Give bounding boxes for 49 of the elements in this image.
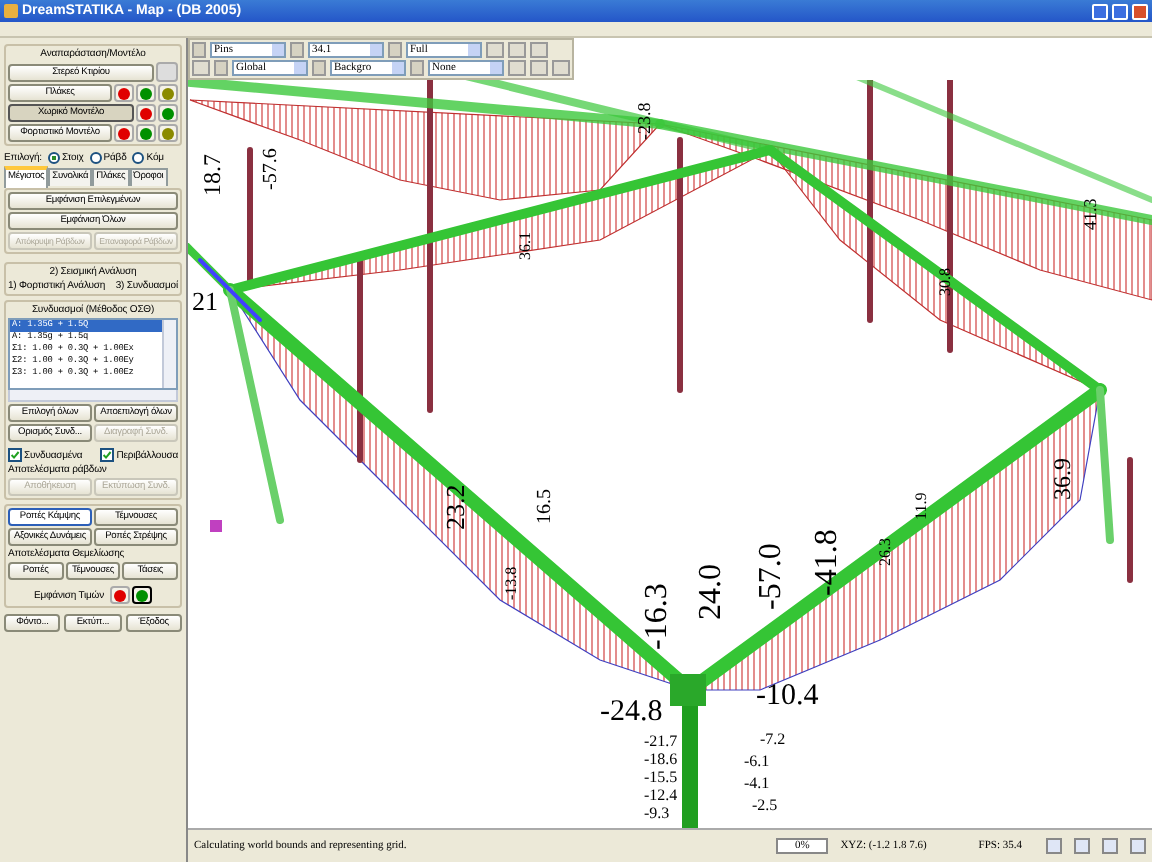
radio-icon[interactable] bbox=[47, 152, 60, 164]
value-label: 11.9 bbox=[912, 492, 930, 520]
toggle-button[interactable] bbox=[136, 104, 156, 122]
value-label: -24.8 bbox=[600, 696, 663, 728]
value-label: -41.8 bbox=[810, 529, 844, 596]
value-label: -4.1 bbox=[744, 774, 770, 792]
value-label: -15.5 bbox=[644, 768, 678, 786]
value-label: 26.3 bbox=[876, 538, 894, 566]
value-label: -6.1 bbox=[744, 752, 770, 770]
value-label: 30.8 bbox=[936, 268, 954, 296]
toggle-button[interactable] bbox=[114, 124, 134, 142]
radio-icon[interactable] bbox=[132, 152, 145, 164]
radio-icon[interactable] bbox=[89, 152, 102, 164]
minimize-icon[interactable] bbox=[1092, 3, 1108, 19]
value-label: -57.6 bbox=[260, 148, 282, 190]
toggle-button[interactable] bbox=[158, 104, 178, 122]
value-label: -16.3 bbox=[640, 583, 674, 650]
value-label: 41.3 bbox=[1080, 198, 1100, 230]
scrollbar[interactable] bbox=[8, 390, 178, 402]
close-icon[interactable] bbox=[1132, 3, 1148, 19]
value-label: 36.9 bbox=[1048, 458, 1076, 500]
scrollbar[interactable] bbox=[162, 320, 176, 388]
checkbox-icon[interactable] bbox=[8, 448, 22, 462]
value-label: -2.5 bbox=[752, 796, 778, 814]
toggle-button[interactable] bbox=[158, 84, 178, 102]
toggle-button[interactable] bbox=[132, 586, 152, 604]
value-label: 18.7 bbox=[198, 154, 226, 196]
value-label: -57.0 bbox=[754, 543, 788, 610]
value-label: -9.3 bbox=[644, 804, 670, 822]
toggle-button[interactable] bbox=[110, 586, 130, 604]
checkbox-icon[interactable] bbox=[100, 448, 115, 462]
value-label: 16.5 bbox=[534, 489, 556, 524]
toggle-button[interactable] bbox=[136, 124, 156, 142]
toggle-button[interactable] bbox=[158, 124, 178, 142]
maximize-icon[interactable] bbox=[1112, 3, 1128, 19]
value-label: 36.1 bbox=[516, 232, 534, 260]
value-label: 23.2 bbox=[440, 484, 470, 530]
value-label: -21.7 bbox=[644, 732, 678, 750]
value-label: -23.8 bbox=[634, 102, 654, 140]
app-icon bbox=[4, 4, 18, 18]
value-label: 21 bbox=[192, 286, 218, 316]
toggle-button[interactable] bbox=[136, 84, 156, 102]
toggle-button[interactable] bbox=[114, 84, 134, 102]
value-label: 24.0 bbox=[694, 564, 728, 620]
value-label: -13.8 bbox=[502, 566, 520, 600]
value-label: -10.4 bbox=[756, 680, 819, 712]
value-label: -12.4 bbox=[644, 786, 678, 804]
value-label: -18.6 bbox=[644, 750, 678, 768]
value-label: -7.2 bbox=[760, 730, 786, 748]
